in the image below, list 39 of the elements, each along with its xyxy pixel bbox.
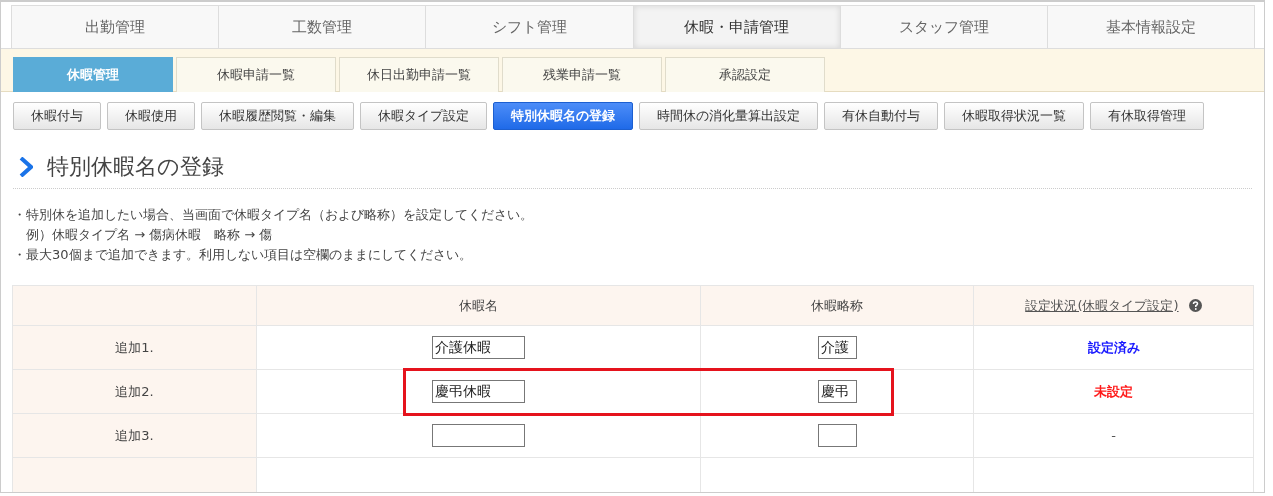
row-label: 追加2.: [13, 370, 257, 414]
main-nav-tab[interactable]: 工数管理: [218, 5, 427, 48]
column-header: 休暇略称: [811, 296, 863, 315]
sub-nav-tab[interactable]: 残業申請一覧: [502, 57, 662, 92]
function-button[interactable]: 特別休暇名の登録: [493, 102, 633, 130]
main-nav-tab[interactable]: シフト管理: [425, 5, 634, 48]
setting-status: 未設定: [1094, 382, 1133, 401]
row-label: 追加1.: [13, 326, 257, 370]
help-icon[interactable]: [1188, 299, 1202, 312]
leave-name-field[interactable]: 介護休暇: [432, 336, 525, 359]
function-button[interactable]: 休暇取得状況一覧: [944, 102, 1084, 130]
chevron-icon: [19, 157, 33, 177]
abbreviation-field[interactable]: 介護: [817, 336, 857, 359]
abbreviation-field[interactable]: [817, 424, 857, 447]
function-button[interactable]: 休暇タイプ設定: [360, 102, 487, 130]
function-button[interactable]: 休暇履歴閲覧・編集: [201, 102, 354, 130]
function-button[interactable]: 有休取得管理: [1090, 102, 1204, 130]
instruction-text: ・最大30個まで追加できます。利用しない項目は空欄のままにしてください。: [13, 246, 473, 264]
function-button[interactable]: 休暇使用: [107, 102, 195, 130]
sub-nav-tab[interactable]: 休日出勤申請一覧: [339, 57, 499, 92]
main-nav-tab[interactable]: 出勤管理: [11, 5, 220, 48]
function-button[interactable]: 時間休の消化量算出設定: [639, 102, 818, 130]
main-nav-tab[interactable]: 休暇・申請管理: [632, 5, 841, 48]
sub-nav-tab[interactable]: 承認設定: [665, 57, 825, 92]
sub-nav-tab[interactable]: 休暇申請一覧: [176, 57, 336, 92]
page-title: 特別休暇名の登録: [47, 153, 224, 181]
leave-name-field[interactable]: 慶弔休暇: [432, 380, 525, 403]
main-nav-tab[interactable]: スタッフ管理: [839, 5, 1048, 48]
function-button[interactable]: 休暇付与: [13, 102, 101, 130]
abbreviation-field[interactable]: 慶弔: [817, 380, 857, 403]
setting-status: -: [1111, 428, 1116, 443]
column-header: 休暇名: [459, 296, 498, 315]
instruction-text: ・特別休を追加したい場合、当画面で休暇タイプ名（および略称）を設定してください。: [13, 206, 534, 224]
setting-status: 設定済み: [1087, 338, 1140, 357]
main-nav-tab[interactable]: 基本情報設定: [1046, 5, 1256, 48]
leave-name-field[interactable]: [432, 424, 525, 447]
row-label: 追加3.: [13, 414, 257, 458]
function-button[interactable]: 有休自動付与: [824, 102, 938, 130]
instruction-text: 例）休暇タイプ名 → 傷病休暇 略称 → 傷: [25, 226, 274, 244]
